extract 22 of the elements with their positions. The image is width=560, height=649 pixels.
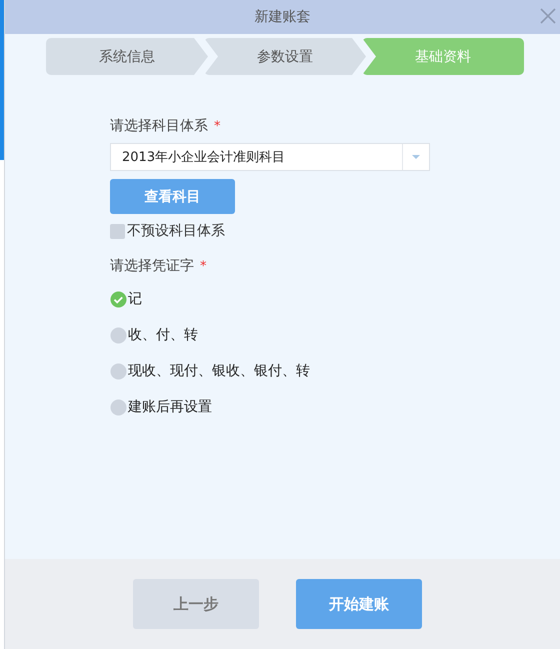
checkbox-label: 不预设科目体系 [127, 222, 225, 240]
start-button[interactable]: 开始建账 [296, 579, 422, 629]
radio-icon[interactable] [110, 326, 127, 344]
view-accounts-button[interactable]: 查看科目 [110, 179, 235, 214]
window-title: 新建账套 [254, 8, 310, 26]
checkbox[interactable] [110, 224, 125, 238]
close-button[interactable] [540, 8, 556, 24]
step-tab[interactable]: 参数设置 [204, 38, 366, 75]
radio-label: 现收、现付、银收、银付、转 [128, 362, 310, 380]
required-mark: * [200, 258, 206, 274]
radio-icon[interactable] [110, 398, 127, 416]
radio-label: 建账后再设置 [128, 398, 212, 416]
step-tab[interactable]: 系统信息 [46, 38, 208, 75]
step-tab[interactable]: 基础资料 [362, 38, 524, 75]
radio-label: 收、付、转 [128, 326, 198, 344]
radio-label: 记 [128, 290, 142, 308]
account-system-select[interactable]: 2013年小企业会计准则科目 [110, 143, 430, 171]
radio-icon[interactable] [110, 362, 127, 380]
required-mark: * [214, 118, 220, 134]
check-radio-icon[interactable] [110, 290, 127, 308]
field-label: 请选择凭证字 [110, 257, 194, 275]
field-label: 请选择科目体系 [110, 117, 208, 135]
